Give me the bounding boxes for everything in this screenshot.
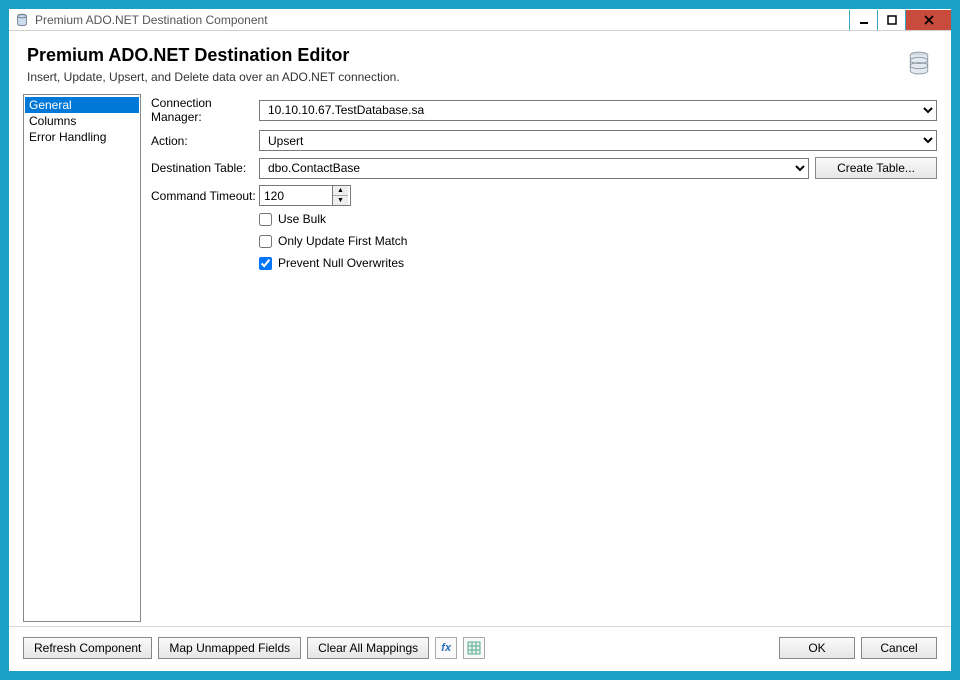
close-button[interactable] xyxy=(905,10,951,30)
action-select[interactable]: Upsert xyxy=(259,130,937,151)
app-window: Premium ADO.NET Destination Component Pr… xyxy=(8,8,952,672)
create-table-button[interactable]: Create Table... xyxy=(815,157,937,179)
destination-table-label: Destination Table: xyxy=(151,161,259,175)
prevent-null-overwrites-label: Prevent Null Overwrites xyxy=(278,256,404,270)
sidebar: General Columns Error Handling xyxy=(23,94,141,622)
sidebar-item-general[interactable]: General xyxy=(25,97,139,113)
grid-tool-icon[interactable] xyxy=(463,637,485,659)
use-bulk-checkbox[interactable] xyxy=(259,213,272,226)
sidebar-item-columns[interactable]: Columns xyxy=(25,113,139,129)
clear-all-mappings-button[interactable]: Clear All Mappings xyxy=(307,637,429,659)
header: Premium ADO.NET Destination Editor Inser… xyxy=(9,31,951,94)
destination-table-select[interactable]: dbo.ContactBase xyxy=(259,158,809,179)
action-label: Action: xyxy=(151,134,259,148)
page-subtitle: Insert, Update, Upsert, and Delete data … xyxy=(27,70,905,84)
only-update-first-match-label: Only Update First Match xyxy=(278,234,407,248)
database-icon xyxy=(15,13,29,27)
map-unmapped-fields-button[interactable]: Map Unmapped Fields xyxy=(158,637,301,659)
expression-builder-icon[interactable]: fx xyxy=(435,637,457,659)
spinner-down-icon[interactable]: ▼ xyxy=(333,196,348,205)
minimize-button[interactable] xyxy=(849,10,877,30)
maximize-button[interactable] xyxy=(877,10,905,30)
use-bulk-label: Use Bulk xyxy=(278,212,326,226)
sidebar-item-error-handling[interactable]: Error Handling xyxy=(25,129,139,145)
footer: Refresh Component Map Unmapped Fields Cl… xyxy=(9,626,951,671)
form-area: Connection Manager: 10.10.10.67.TestData… xyxy=(151,94,937,622)
titlebar: Premium ADO.NET Destination Component xyxy=(9,9,951,31)
command-timeout-label: Command Timeout: xyxy=(151,189,259,203)
cancel-button[interactable]: Cancel xyxy=(861,637,937,659)
window-title: Premium ADO.NET Destination Component xyxy=(35,13,268,27)
prevent-null-overwrites-checkbox[interactable] xyxy=(259,257,272,270)
connection-manager-select[interactable]: 10.10.10.67.TestDatabase.sa xyxy=(259,100,937,121)
page-title: Premium ADO.NET Destination Editor xyxy=(27,45,905,66)
command-timeout-input[interactable] xyxy=(260,186,332,205)
command-timeout-stepper[interactable]: ▲ ▼ xyxy=(259,185,351,206)
refresh-component-button[interactable]: Refresh Component xyxy=(23,637,152,659)
connection-manager-label: Connection Manager: xyxy=(151,96,259,124)
ok-button[interactable]: OK xyxy=(779,637,855,659)
database-large-icon xyxy=(905,49,933,77)
spinner-up-icon[interactable]: ▲ xyxy=(333,186,348,196)
only-update-first-match-checkbox[interactable] xyxy=(259,235,272,248)
